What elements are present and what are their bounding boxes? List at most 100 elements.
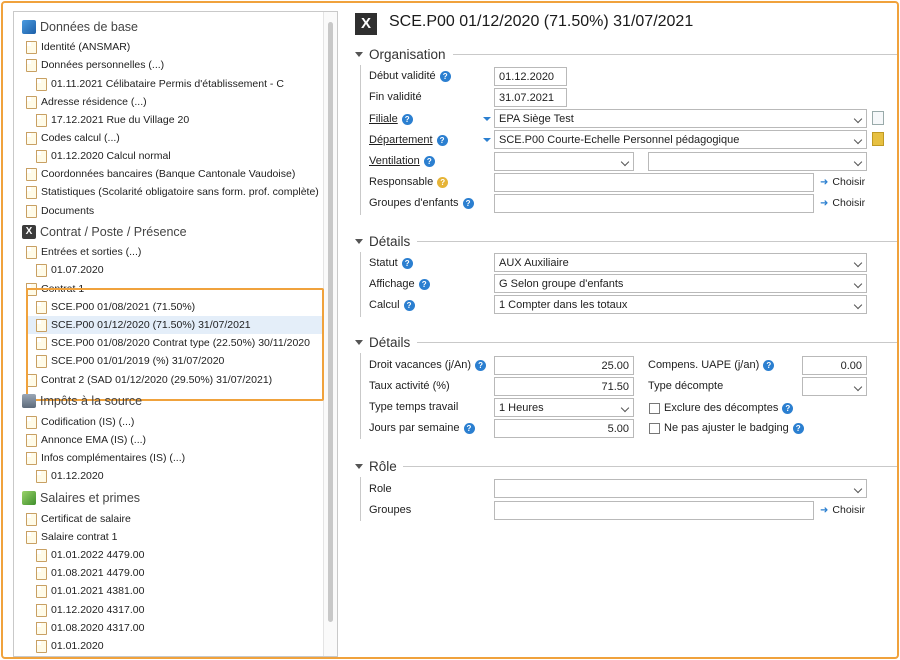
tree-item[interactable]: Certificat de salaire bbox=[26, 510, 131, 528]
group-details-2-header[interactable]: Détails bbox=[355, 334, 410, 350]
label-droit-vacances: Droit vacances (j/An)? bbox=[369, 356, 487, 374]
tree-item[interactable]: Adresse résidence (...) bbox=[26, 93, 147, 111]
tree-item[interactable]: 01.01.2020 bbox=[36, 637, 104, 655]
groupes-enfants-field[interactable] bbox=[494, 194, 814, 213]
filiale-select[interactable]: EPA Siège Test bbox=[494, 109, 867, 128]
affichage-select[interactable]: G Selon groupe d'enfants bbox=[494, 274, 867, 293]
tree-item[interactable]: 01.11.2021 Célibataire Permis d'établiss… bbox=[36, 75, 284, 93]
tax-document-icon bbox=[22, 394, 36, 408]
info-book-icon bbox=[22, 20, 36, 34]
folder-icon[interactable] bbox=[872, 132, 884, 146]
scrollbar-thumb[interactable] bbox=[328, 22, 333, 622]
document-icon bbox=[36, 603, 47, 617]
tree-item[interactable]: 01.01.2022 4479.00 bbox=[36, 546, 144, 564]
document-icon bbox=[36, 113, 47, 127]
compens-field[interactable]: 0.00 bbox=[802, 356, 867, 375]
tree-item[interactable]: 01.08.2021 4479.00 bbox=[36, 564, 144, 582]
ventilation-select-2[interactable] bbox=[648, 152, 867, 171]
warning-help-icon: ? bbox=[437, 176, 449, 188]
help-icon: ? bbox=[462, 197, 474, 209]
groupes-choose-button[interactable]: ➜ Choisir bbox=[820, 195, 865, 211]
group-divider bbox=[453, 54, 897, 55]
statut-select[interactable]: AUX Auxiliaire bbox=[494, 253, 867, 272]
tree-section-contract[interactable]: X Contrat / Poste / Présence bbox=[22, 223, 187, 241]
checkbox-box[interactable] bbox=[649, 402, 660, 414]
label-departement[interactable]: Département? bbox=[369, 131, 448, 149]
tree-section-tax[interactable]: Impôts à la source bbox=[22, 392, 142, 410]
label-taux-activite: Taux activité (%) bbox=[369, 380, 450, 392]
fin-validite-field[interactable]: 31.07.2021 bbox=[494, 88, 567, 107]
type-temps-select[interactable]: 1 Heures bbox=[494, 398, 634, 417]
tree-item[interactable]: 17.12.2021 Rue du Village 20 bbox=[36, 111, 189, 129]
calcul-select[interactable]: 1 Compter dans les totaux bbox=[494, 295, 867, 314]
help-icon: ? bbox=[401, 113, 413, 125]
role-groupes-field[interactable] bbox=[494, 501, 814, 520]
help-icon: ? bbox=[418, 278, 430, 290]
group-divider bbox=[417, 342, 897, 343]
tree-item[interactable]: Infos complémentaires (IS) (...) bbox=[26, 449, 185, 467]
type-decompte-select[interactable] bbox=[802, 377, 867, 396]
tree-item[interactable]: Codes calcul (...) bbox=[26, 129, 120, 147]
tree-item[interactable]: Coordonnées bancaires (Banque Cantonale … bbox=[26, 165, 295, 183]
tree-item[interactable]: 01.08.2020 4317.00 bbox=[36, 619, 144, 637]
taux-activite-field[interactable]: 71.50 bbox=[494, 377, 634, 396]
tree-item[interactable]: Données personnelles (...) bbox=[26, 56, 164, 74]
arrow-right-icon: ➜ bbox=[820, 504, 829, 516]
contract-highlight-box bbox=[26, 288, 324, 401]
label-affichage: Affichage? bbox=[369, 275, 430, 293]
label-compens: Compens. UAPE (j/an)? bbox=[648, 356, 775, 374]
responsable-field[interactable] bbox=[494, 173, 814, 192]
document-icon bbox=[26, 40, 37, 54]
page-icon[interactable] bbox=[872, 111, 884, 125]
help-icon: ? bbox=[436, 134, 448, 146]
tree-item[interactable]: Salaire contrat 1 bbox=[26, 528, 117, 546]
group-details-1-header[interactable]: Détails bbox=[355, 233, 410, 249]
tree-item[interactable]: 01.01.2021 4381.00 bbox=[36, 582, 144, 600]
ventilation-select-1[interactable] bbox=[494, 152, 634, 171]
document-icon bbox=[26, 167, 37, 181]
contract-x-icon: X bbox=[355, 13, 377, 35]
group-organisation-header[interactable]: Organisation bbox=[355, 46, 446, 62]
group-role-header[interactable]: Rôle bbox=[355, 458, 397, 474]
tree-item[interactable]: Documents bbox=[26, 202, 94, 220]
tree-item[interactable]: 01.12.2020 Calcul normal bbox=[36, 147, 171, 165]
droit-vacances-field[interactable]: 25.00 bbox=[494, 356, 634, 375]
group-divider bbox=[417, 241, 897, 242]
document-icon bbox=[26, 95, 37, 109]
tree-section-base-data[interactable]: Données de base bbox=[22, 18, 138, 36]
debut-validite-field[interactable]: 01.12.2020 bbox=[494, 67, 567, 86]
document-icon bbox=[36, 263, 47, 277]
label-role: Role bbox=[369, 483, 392, 495]
exclure-decomptes-checkbox[interactable]: Exclure des décomptes? bbox=[649, 400, 794, 416]
tree-item[interactable]: Identité (ANSMAR) bbox=[26, 38, 130, 56]
tree-item[interactable]: Statistiques (Scolarité obligatoire sans… bbox=[26, 183, 319, 201]
label-filiale[interactable]: Filiale? bbox=[369, 110, 413, 128]
responsable-choose-button[interactable]: ➜ Choisir bbox=[820, 174, 865, 190]
role-choose-button[interactable]: ➜ Choisir bbox=[820, 502, 865, 518]
tree-item[interactable]: Entrées et sorties (...) bbox=[26, 243, 141, 261]
document-icon bbox=[26, 58, 37, 72]
document-icon bbox=[36, 149, 47, 163]
ne-pas-ajuster-checkbox[interactable]: Ne pas ajuster le badging? bbox=[649, 420, 804, 436]
document-icon bbox=[36, 639, 47, 653]
tree-item[interactable]: 01.07.2020 bbox=[36, 261, 104, 279]
help-icon: ? bbox=[763, 359, 775, 371]
jours-semaine-field[interactable]: 5.00 bbox=[494, 419, 634, 438]
label-ventilation[interactable]: Ventilation? bbox=[369, 152, 435, 170]
help-icon: ? bbox=[475, 359, 487, 371]
document-icon bbox=[26, 185, 37, 199]
document-icon bbox=[26, 433, 37, 447]
role-select[interactable] bbox=[494, 479, 867, 498]
departement-select[interactable]: SCE.P00 Courte-Echelle Personnel pédagog… bbox=[494, 130, 867, 149]
label-type-temps: Type temps travail bbox=[369, 401, 459, 413]
tree-item[interactable]: Annonce EMA (IS) (...) bbox=[26, 431, 146, 449]
tree-item[interactable]: Codification (IS) (...) bbox=[26, 413, 134, 431]
tree-scrollbar[interactable] bbox=[323, 12, 337, 656]
tree-section-salary[interactable]: Salaires et primes bbox=[22, 489, 140, 507]
help-icon: ? bbox=[401, 257, 413, 269]
help-icon: ? bbox=[792, 422, 804, 434]
checkbox-box[interactable] bbox=[649, 422, 660, 434]
arrow-right-icon: ➜ bbox=[820, 197, 829, 209]
tree-item[interactable]: 01.12.2020 bbox=[36, 467, 104, 485]
tree-item[interactable]: 01.12.2020 4317.00 bbox=[36, 601, 144, 619]
